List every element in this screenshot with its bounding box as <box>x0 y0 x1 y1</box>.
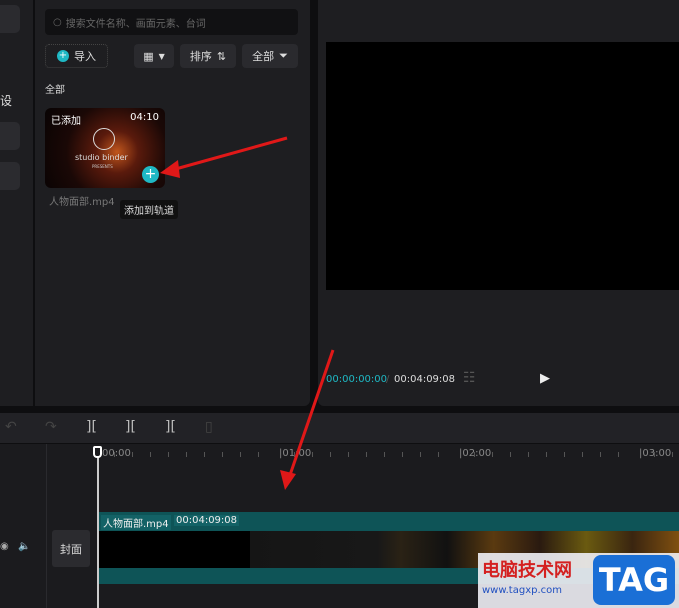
tag-logo: TAG <box>593 555 675 605</box>
watermark: 电脑技术网 www.tagxp.com TAG <box>478 553 679 608</box>
arrow-head <box>160 160 180 178</box>
arrow-head <box>280 470 296 490</box>
watermark-text: 电脑技术网 <box>482 560 572 581</box>
annotation-arrows <box>160 136 335 490</box>
arrow-line <box>171 136 288 172</box>
watermark-url: www.tagxp.com <box>482 585 562 596</box>
arrow-line <box>288 349 335 476</box>
